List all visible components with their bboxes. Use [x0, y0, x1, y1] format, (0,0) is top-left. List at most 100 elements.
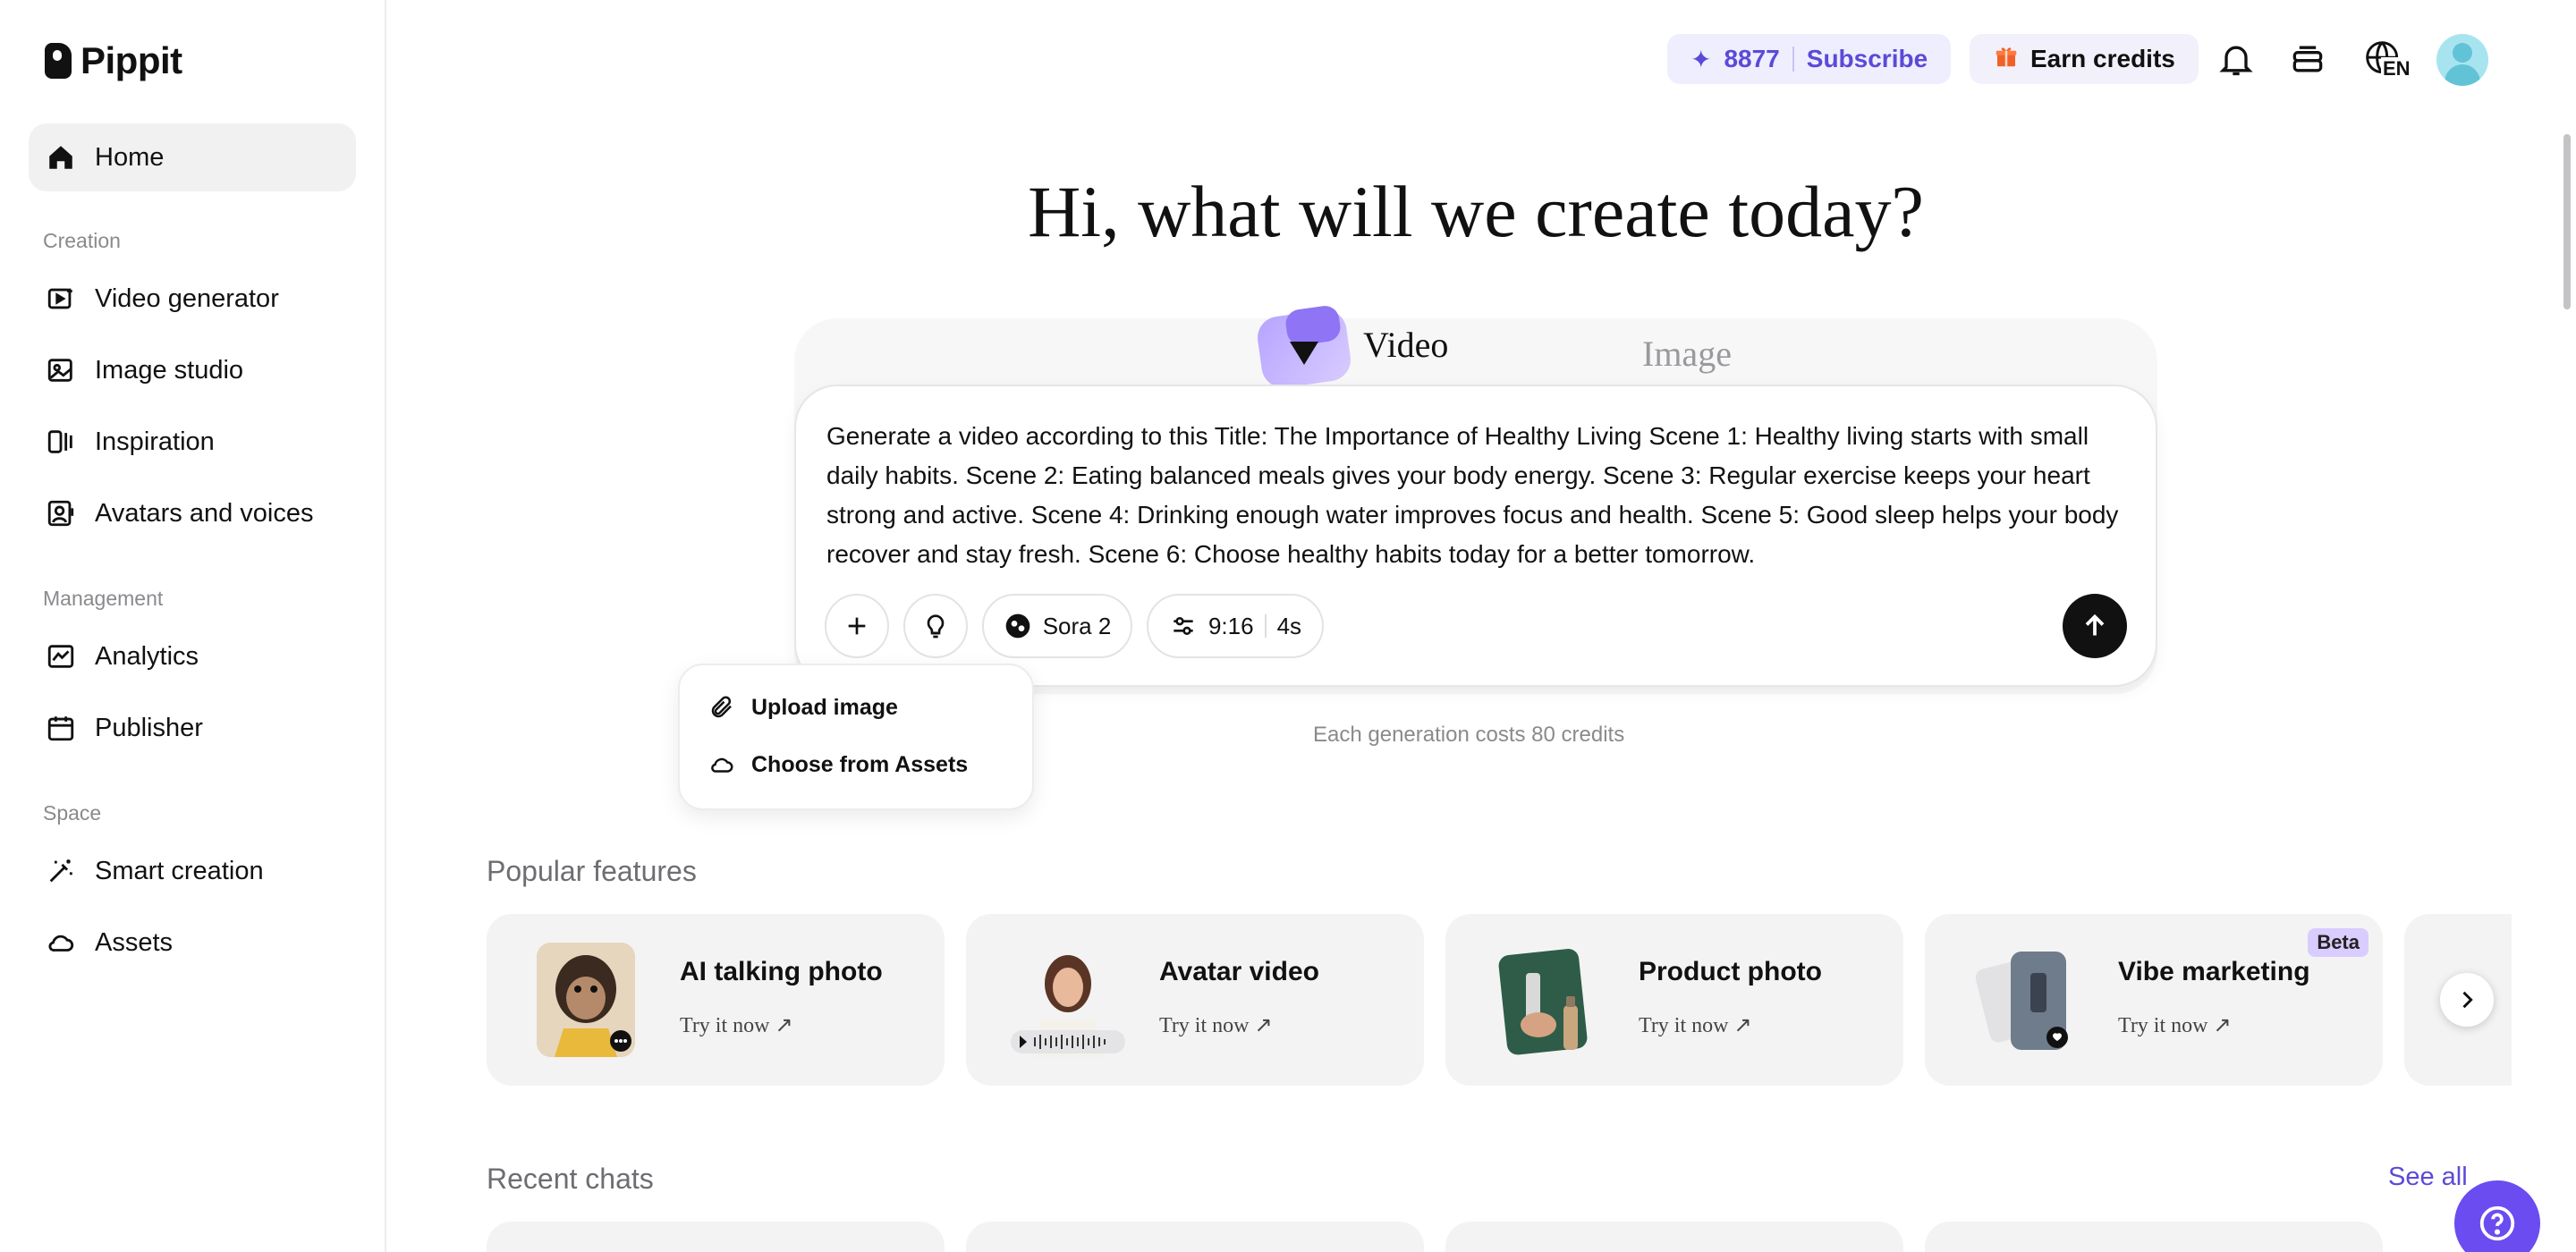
- section-title-recent: Recent chats: [487, 1163, 654, 1195]
- send-button[interactable]: [2063, 594, 2127, 658]
- vibe-marketing-thumbnail: [1975, 943, 2073, 1057]
- credits-count: 8877: [1724, 45, 1780, 72]
- analytics-icon: [45, 640, 77, 673]
- calendar-icon: [45, 712, 77, 744]
- tab-image[interactable]: Image: [1642, 333, 1732, 375]
- try-it-now-link[interactable]: Try it now ↗: [2118, 1012, 2232, 1038]
- sidebar-item-publisher[interactable]: Publisher: [29, 694, 356, 762]
- inspiration-icon: [45, 426, 77, 458]
- feature-card-avatar-video[interactable]: Avatar video Try it now ↗: [966, 914, 1424, 1086]
- sidebar-item-label: Smart creation: [95, 856, 264, 885]
- pippit-logo-icon: [45, 43, 72, 79]
- menu-item-choose-assets[interactable]: Choose from Assets: [708, 751, 968, 778]
- recent-chat-card[interactable]: [966, 1222, 1424, 1252]
- feature-card-product-photo[interactable]: Product photo Try it now ↗: [1445, 914, 1903, 1086]
- app-name: Pippit: [80, 39, 182, 81]
- sidebar-item-label: Image studio: [95, 355, 244, 385]
- prompt-composer: Generate a video according to this Title…: [794, 385, 2157, 687]
- sidebar-item-label: Video generator: [95, 283, 279, 313]
- feature-name: AI talking photo: [680, 957, 883, 986]
- scrollbar[interactable]: [2563, 134, 2571, 309]
- sliders-icon: [1174, 617, 1193, 635]
- language-button[interactable]: EN: [2356, 36, 2412, 82]
- add-attachment-button[interactable]: [825, 594, 889, 658]
- gift-icon: [1993, 43, 2020, 76]
- stack-button[interactable]: [2284, 36, 2331, 82]
- arrow-up-icon: [2085, 613, 2105, 636]
- aspect-ratio-label: 9:16: [1208, 612, 1254, 639]
- tab-video-label: Video: [1363, 324, 1449, 365]
- page-title: Hi, what will we create today?: [1028, 171, 1924, 252]
- try-it-now-link[interactable]: Try it now ↗: [1639, 1012, 1752, 1038]
- sidebar-item-home[interactable]: Home: [29, 123, 356, 191]
- recent-chat-card[interactable]: [1925, 1222, 2383, 1252]
- sidebar-item-analytics[interactable]: Analytics: [29, 622, 356, 690]
- model-label: Sora 2: [1042, 612, 1112, 639]
- image-studio-icon: [45, 354, 77, 386]
- model-selector[interactable]: Sora 2: [982, 594, 1132, 658]
- menu-item-label: Upload image: [751, 694, 898, 720]
- recent-chat-card[interactable]: [487, 1222, 945, 1252]
- video-generator-icon: [45, 283, 77, 315]
- feature-name: Vibe marketing: [2118, 957, 2310, 986]
- notifications-button[interactable]: [2213, 36, 2259, 82]
- stack-icon: [2292, 46, 2323, 72]
- sparkle-icon: ✦: [1690, 45, 1712, 73]
- chevron-right-icon: [2462, 991, 2473, 1009]
- carousel-next-button[interactable]: [2440, 973, 2494, 1027]
- section-label-space: Space: [43, 801, 102, 825]
- section-title-popular: Popular features: [487, 855, 697, 887]
- avatar-voice-icon: [45, 497, 77, 529]
- bell-icon: [2219, 46, 2253, 76]
- menu-item-upload-image[interactable]: Upload image: [708, 694, 898, 721]
- cloud-icon: [711, 757, 733, 773]
- attach-menu: Upload image Choose from Assets: [678, 664, 1034, 810]
- sidebar-item-label: Publisher: [95, 713, 203, 742]
- section-label-creation: Creation: [43, 229, 121, 252]
- sidebar-item-label: Assets: [95, 927, 174, 957]
- recent-chat-card[interactable]: [1445, 1222, 1903, 1252]
- try-it-now-link[interactable]: Try it now ↗: [680, 1012, 793, 1038]
- subscribe-button[interactable]: Subscribe: [1807, 45, 1928, 73]
- product-photo-thumbnail: [1496, 943, 1594, 1057]
- sidebar-item-avatars-voices[interactable]: Avatars and voices: [29, 479, 356, 547]
- cost-note: Each generation costs 80 credits: [1313, 723, 1625, 747]
- earn-credits-label: Earn credits: [2030, 45, 2175, 72]
- tab-video[interactable]: Video: [1250, 304, 1449, 391]
- lightbulb-icon: [927, 614, 945, 639]
- divider: [1264, 614, 1267, 638]
- sidebar-item-label: Analytics: [95, 641, 199, 671]
- menu-item-label: Choose from Assets: [751, 751, 969, 777]
- paperclip-icon: [711, 696, 732, 718]
- chimp-thumbnail: [537, 943, 635, 1057]
- feature-card-vibe-marketing[interactable]: Beta Vibe marketing Try it now ↗: [1925, 914, 2383, 1086]
- feature-name: Product photo: [1639, 957, 1822, 986]
- sidebar-item-inspiration[interactable]: Inspiration: [29, 408, 356, 476]
- app-logo[interactable]: Pippit: [45, 39, 182, 82]
- sidebar-item-assets[interactable]: Assets: [29, 909, 356, 977]
- plus-icon: [848, 617, 866, 635]
- help-button[interactable]: [2454, 1180, 2540, 1252]
- video-mode-icon: [1250, 304, 1354, 391]
- credits-pill[interactable]: ✦ 8877 Subscribe: [1667, 34, 1952, 84]
- avatar-video-thumbnail: [1005, 943, 1131, 1057]
- cloud-icon: [45, 926, 77, 959]
- home-icon: [45, 141, 77, 173]
- sidebar-item-image-studio[interactable]: Image studio: [29, 336, 356, 404]
- settings-selector[interactable]: 9:16 4s: [1147, 594, 1324, 658]
- divider: [1792, 47, 1794, 72]
- language-label: EN: [2381, 57, 2412, 80]
- sidebar-item-video-generator[interactable]: Video generator: [29, 265, 356, 333]
- ideas-button[interactable]: [903, 594, 968, 658]
- prompt-input[interactable]: Generate a video according to this Title…: [826, 417, 2132, 574]
- user-avatar[interactable]: [2436, 34, 2488, 86]
- see-all-link[interactable]: See all: [2388, 1163, 2468, 1192]
- try-it-now-link[interactable]: Try it now ↗: [1159, 1012, 1273, 1038]
- sidebar-item-label: Home: [95, 142, 165, 172]
- sidebar: Pippit Home Creation Video generator Ima…: [0, 0, 386, 1252]
- earn-credits-button[interactable]: Earn credits: [1970, 34, 2199, 84]
- sidebar-item-label: Inspiration: [95, 427, 215, 456]
- feature-card-ai-talking-photo[interactable]: AI talking photo Try it now ↗: [487, 914, 945, 1086]
- sidebar-item-smart-creation[interactable]: Smart creation: [29, 837, 356, 905]
- model-icon: [1005, 613, 1030, 639]
